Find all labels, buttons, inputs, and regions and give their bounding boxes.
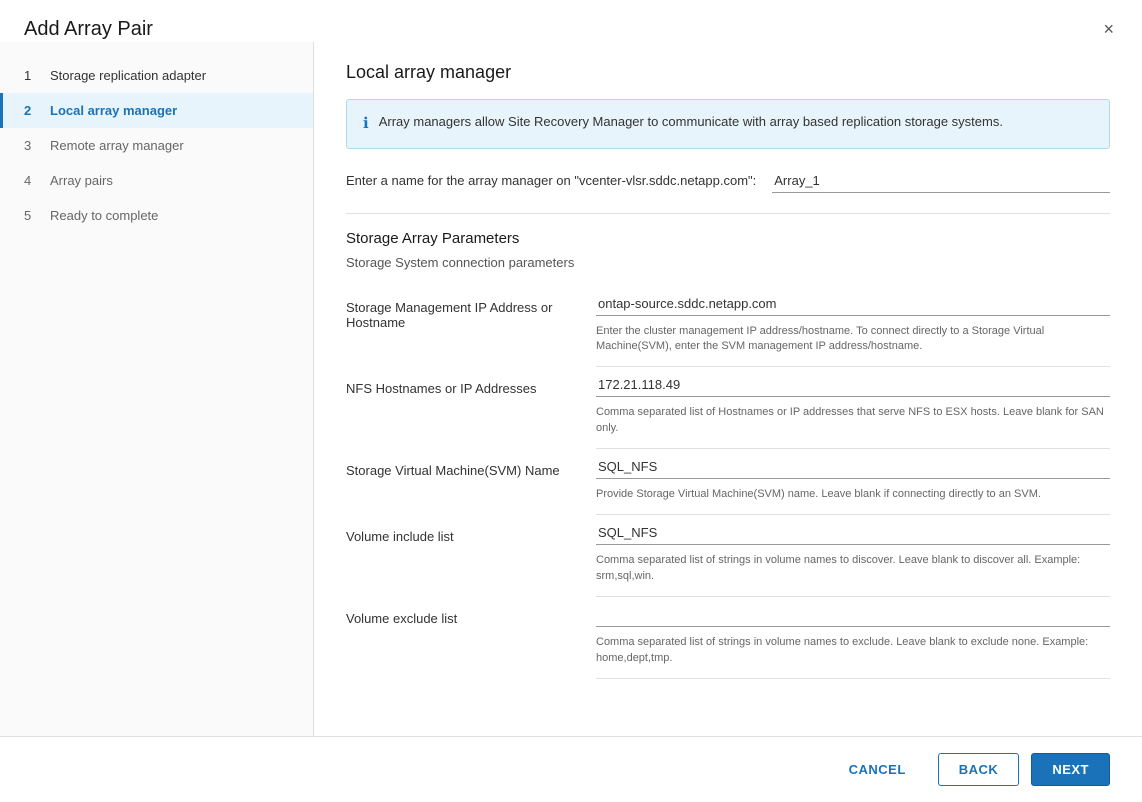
storage-array-title: Storage Array Parameters xyxy=(346,230,1110,247)
step-3-number: 3 xyxy=(24,138,40,153)
info-banner: ℹ Array managers allow Site Recovery Man… xyxy=(346,99,1110,149)
field-label-2: Storage Virtual Machine(SVM) Name xyxy=(346,463,596,478)
form-row-2: Storage Virtual Machine(SVM) NameProvide… xyxy=(346,453,1110,515)
dialog-footer: CANCEL BACK NEXT xyxy=(0,736,1142,802)
add-array-pair-dialog: Add Array Pair × 1 Storage replication a… xyxy=(0,0,1142,802)
main-content: Local array manager ℹ Array managers all… xyxy=(314,42,1142,736)
sidebar-item-remote-array-manager[interactable]: 3 Remote array manager xyxy=(0,128,313,163)
svm-name-input[interactable] xyxy=(596,455,1110,479)
info-banner-text: Array managers allow Site Recovery Manag… xyxy=(379,112,1003,132)
form-row-4: Volume exclude listComma separated list … xyxy=(346,601,1110,679)
divider xyxy=(346,213,1110,214)
storage-management-ip-input[interactable] xyxy=(596,292,1110,316)
dialog-body: 1 Storage replication adapter 2 Local ar… xyxy=(0,42,1142,736)
next-button[interactable]: NEXT xyxy=(1031,753,1110,786)
volume-include-input[interactable] xyxy=(596,521,1110,545)
field-label-3: Volume include list xyxy=(346,529,596,544)
volume-exclude-input[interactable] xyxy=(596,603,1110,627)
section-title: Local array manager xyxy=(346,62,1110,83)
cancel-button[interactable]: CANCEL xyxy=(829,754,926,785)
close-button[interactable]: × xyxy=(1099,16,1118,42)
nfs-hostnames-input[interactable] xyxy=(596,373,1110,397)
field-help-2: Provide Storage Virtual Machine(SVM) nam… xyxy=(596,487,1110,502)
sidebar: 1 Storage replication adapter 2 Local ar… xyxy=(0,42,314,736)
step-1-label: Storage replication adapter xyxy=(50,68,206,83)
step-4-number: 4 xyxy=(24,173,40,188)
sidebar-item-ready-to-complete[interactable]: 5 Ready to complete xyxy=(0,198,313,233)
step-5-number: 5 xyxy=(24,208,40,223)
form-row-1: NFS Hostnames or IP AddressesComma separ… xyxy=(346,371,1110,449)
field-help-3: Comma separated list of strings in volum… xyxy=(596,553,1110,584)
back-button[interactable]: BACK xyxy=(938,753,1020,786)
sidebar-item-local-array-manager[interactable]: 2 Local array manager xyxy=(0,93,313,128)
field-help-4: Comma separated list of strings in volum… xyxy=(596,635,1110,666)
form-row-3: Volume include listComma separated list … xyxy=(346,519,1110,597)
field-label-4: Volume exclude list xyxy=(346,611,596,626)
field-help-1: Comma separated list of Hostnames or IP … xyxy=(596,405,1110,436)
step-5-label: Ready to complete xyxy=(50,208,158,223)
sidebar-item-storage-replication-adapter[interactable]: 1 Storage replication adapter xyxy=(0,58,313,93)
sidebar-item-array-pairs[interactable]: 4 Array pairs xyxy=(0,163,313,198)
info-icon: ℹ xyxy=(363,113,369,136)
step-3-label: Remote array manager xyxy=(50,138,184,153)
step-4-label: Array pairs xyxy=(50,173,113,188)
step-2-number: 2 xyxy=(24,103,40,118)
form-fields: Storage Management IP Address or Hostnam… xyxy=(346,290,1110,684)
step-1-number: 1 xyxy=(24,68,40,83)
array-name-input[interactable] xyxy=(772,169,1110,193)
name-row: Enter a name for the array manager on "v… xyxy=(346,169,1110,193)
step-2-label: Local array manager xyxy=(50,103,177,118)
field-label-0: Storage Management IP Address or Hostnam… xyxy=(346,300,596,330)
dialog-title: Add Array Pair xyxy=(24,18,153,41)
field-help-0: Enter the cluster management IP address/… xyxy=(596,324,1110,355)
name-field-label: Enter a name for the array manager on "v… xyxy=(346,173,756,188)
connection-subtitle: Storage System connection parameters xyxy=(346,255,1110,270)
field-label-1: NFS Hostnames or IP Addresses xyxy=(346,381,596,396)
dialog-header: Add Array Pair × xyxy=(0,0,1142,42)
form-row-0: Storage Management IP Address or Hostnam… xyxy=(346,290,1110,368)
